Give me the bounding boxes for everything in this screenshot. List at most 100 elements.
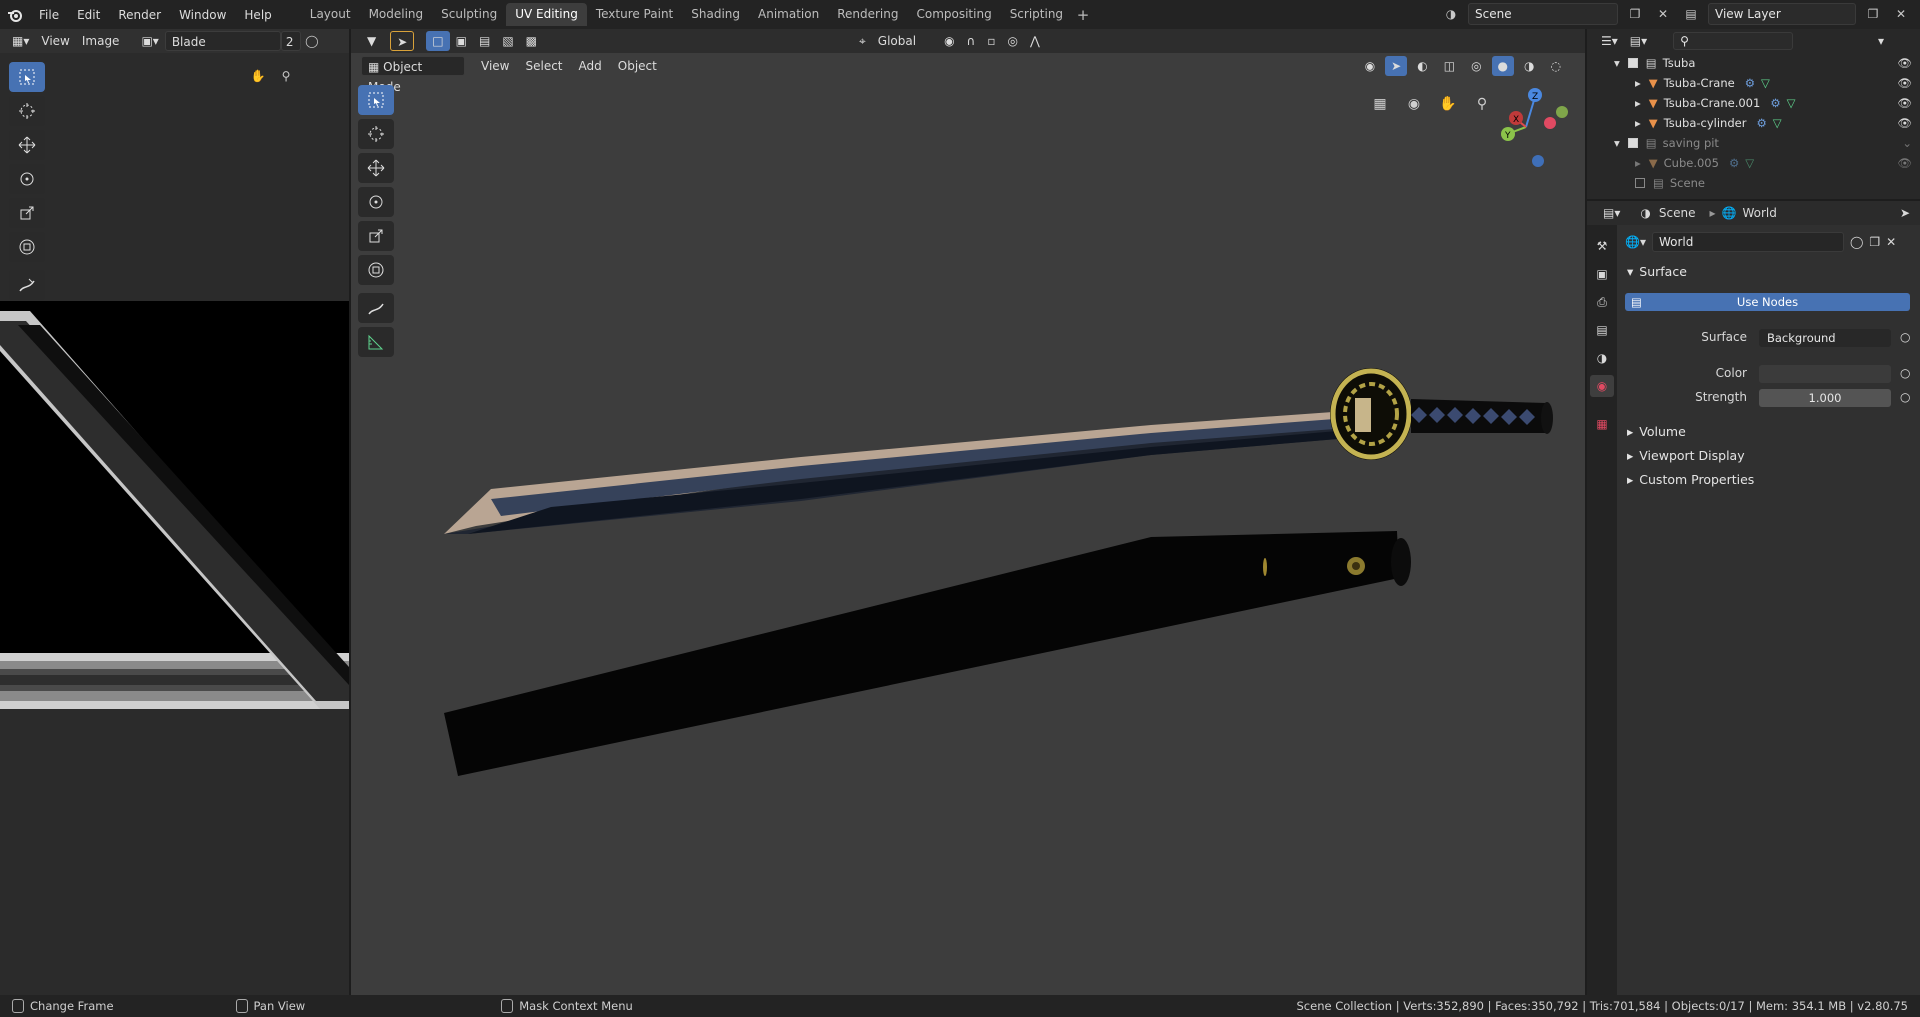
texture-tab-icon[interactable]: ▦ bbox=[1590, 413, 1614, 435]
exclude-checkbox[interactable] bbox=[1635, 178, 1645, 188]
image-user-count[interactable]: 2 bbox=[280, 31, 301, 51]
link-socket-icon[interactable]: ○ bbox=[1900, 366, 1910, 380]
outliner-row-saving-pit[interactable]: ▾ ▤ saving pit ⌄ bbox=[1587, 133, 1920, 153]
view-layer-icon[interactable]: ▤ bbox=[1680, 3, 1702, 25]
world-tab-icon[interactable]: ◉ bbox=[1590, 375, 1614, 397]
properties-editor-type-icon[interactable]: ▤▾ bbox=[1597, 203, 1626, 223]
annotate-tool-icon[interactable] bbox=[9, 270, 45, 300]
mesh-object-icon: ▼ bbox=[1648, 96, 1658, 110]
strength-slider[interactable]: 1.000 bbox=[1759, 389, 1891, 407]
uv-image-canvas[interactable] bbox=[0, 301, 349, 735]
scene-tab-icon[interactable]: ◑ bbox=[1590, 347, 1614, 369]
eye-visibility-icon[interactable]: 👁 bbox=[1897, 156, 1912, 170]
tab-sculpting[interactable]: Sculpting bbox=[432, 3, 506, 26]
fake-user-shield-icon[interactable]: ◯ bbox=[1850, 235, 1863, 249]
viewport-scene-render[interactable] bbox=[351, 29, 1585, 995]
blender-logo-icon[interactable] bbox=[0, 0, 30, 29]
tab-texture-paint[interactable]: Texture Paint bbox=[587, 3, 682, 26]
tab-compositing[interactable]: Compositing bbox=[907, 3, 1000, 26]
tool-tab-icon[interactable]: ⚒ bbox=[1590, 235, 1614, 257]
expand-arrow-icon[interactable]: ▸ bbox=[1635, 156, 1641, 170]
menu-help[interactable]: Help bbox=[235, 4, 280, 26]
menu-window[interactable]: Window bbox=[170, 4, 235, 26]
world-name-field[interactable]: World bbox=[1651, 232, 1844, 252]
image-browse-icon[interactable]: ▣▾ bbox=[135, 31, 164, 51]
expand-arrow-icon[interactable]: ▾ bbox=[1614, 56, 1620, 70]
habaki-collar bbox=[1355, 398, 1371, 432]
add-workspace-button[interactable]: + bbox=[1072, 6, 1094, 24]
scene-icon[interactable]: ◑ bbox=[1440, 3, 1462, 25]
new-scene-icon[interactable]: ❐ bbox=[1624, 3, 1646, 25]
tab-modeling[interactable]: Modeling bbox=[360, 3, 433, 26]
delete-view-layer-icon[interactable]: ✕ bbox=[1890, 3, 1912, 25]
pin-icon[interactable]: ➤ bbox=[1900, 206, 1910, 220]
color-swatch[interactable] bbox=[1759, 365, 1891, 383]
eye-visibility-icon[interactable]: 👁 bbox=[1897, 116, 1912, 130]
outliner-row-tsuba[interactable]: ▾ ▤ Tsuba 👁 bbox=[1587, 53, 1920, 73]
image-menu-image[interactable]: Image bbox=[76, 31, 126, 51]
outliner-row-tsuba-cylinder[interactable]: ▸ ▼ Tsuba-cylinder ⚙ ▽ 👁 bbox=[1587, 113, 1920, 133]
outliner-search-field[interactable]: ⚲ bbox=[1673, 32, 1794, 50]
outliner-row-tsuba-crane[interactable]: ▸ ▼ Tsuba-Crane ⚙ ▽ 👁 bbox=[1587, 73, 1920, 93]
display-mode-icon[interactable]: ▤▾ bbox=[1624, 31, 1653, 51]
exclude-checkbox[interactable] bbox=[1627, 58, 1638, 68]
scale-tool-icon[interactable] bbox=[9, 198, 45, 228]
outliner-row-scene[interactable]: ▤ Scene bbox=[1587, 173, 1920, 193]
surface-shader-dropdown[interactable]: Background bbox=[1759, 329, 1891, 347]
menu-render[interactable]: Render bbox=[109, 4, 170, 26]
tab-shading[interactable]: Shading bbox=[682, 3, 749, 26]
transform-tool-icon[interactable] bbox=[9, 232, 45, 262]
outliner-row-tsuba-crane-001[interactable]: ▸ ▼ Tsuba-Crane.001 ⚙ ▽ 👁 bbox=[1587, 93, 1920, 113]
outliner-row-cube-005[interactable]: ▸ ▼ Cube.005 ⚙ ▽ 👁 bbox=[1587, 153, 1920, 173]
pan-hand-icon[interactable]: ✋ bbox=[247, 65, 269, 87]
outliner-editor-type-icon[interactable]: ☰▾ bbox=[1595, 31, 1624, 51]
custom-properties-panel-title: Custom Properties bbox=[1639, 471, 1755, 487]
fake-user-shield-icon[interactable]: ◯ bbox=[301, 30, 323, 52]
tab-layout[interactable]: Layout bbox=[301, 3, 360, 26]
image-menu-view[interactable]: View bbox=[35, 31, 75, 51]
menu-file[interactable]: File bbox=[30, 4, 68, 26]
world-browse-icon[interactable]: 🌐▾ bbox=[1625, 235, 1646, 249]
expand-arrow-icon[interactable]: ▸ bbox=[1635, 76, 1641, 90]
expand-arrow-icon[interactable]: ▸ bbox=[1635, 116, 1641, 130]
filter-funnel-icon[interactable]: ▾ bbox=[1872, 31, 1890, 51]
exclude-checkbox[interactable] bbox=[1627, 138, 1638, 148]
surface-panel-header[interactable]: ▾ Surface bbox=[1617, 259, 1920, 283]
new-view-layer-icon[interactable]: ❐ bbox=[1862, 3, 1884, 25]
new-world-icon[interactable]: ❐ bbox=[1869, 235, 1880, 249]
editor-type-icon[interactable]: ▦▾ bbox=[6, 31, 35, 51]
zoom-magnifier-icon[interactable]: ⚲ bbox=[275, 65, 297, 87]
view-layer-field[interactable]: View Layer bbox=[1708, 3, 1856, 25]
3d-viewport-area: ▼ ➤ □ ▣ ▤ ▧ ▩ ⌖ Global ◉ ∩ ▫ ◎ ⋀ ▦ Objec… bbox=[351, 29, 1585, 995]
view-layer-tab-icon[interactable]: ▤ bbox=[1590, 319, 1614, 341]
use-nodes-button[interactable]: ▤ Use Nodes bbox=[1625, 293, 1910, 311]
select-box-tool-icon[interactable] bbox=[9, 62, 45, 92]
volume-panel-header[interactable]: ▸ Volume bbox=[1617, 419, 1920, 443]
menu-edit[interactable]: Edit bbox=[68, 4, 109, 26]
scene-name-field[interactable]: Scene bbox=[1468, 3, 1618, 25]
tab-animation[interactable]: Animation bbox=[749, 3, 828, 26]
rotate-tool-icon[interactable] bbox=[9, 164, 45, 194]
tab-scripting[interactable]: Scripting bbox=[1001, 3, 1072, 26]
render-tab-icon[interactable]: ▣ bbox=[1590, 263, 1614, 285]
link-socket-icon[interactable]: ○ bbox=[1900, 330, 1910, 344]
expand-arrow-icon[interactable]: ▸ bbox=[1635, 96, 1641, 110]
move-tool-icon[interactable] bbox=[9, 130, 45, 160]
outliner-item-label: Tsuba bbox=[1662, 56, 1696, 70]
color-field-label: Color bbox=[1715, 366, 1747, 380]
unlink-world-icon[interactable]: ✕ bbox=[1886, 235, 1896, 249]
delete-scene-icon[interactable]: ✕ bbox=[1652, 3, 1674, 25]
expand-arrow-icon[interactable]: ▾ bbox=[1614, 136, 1620, 150]
tab-uv-editing[interactable]: UV Editing bbox=[506, 3, 587, 26]
eye-visibility-icon[interactable]: 👁 bbox=[1897, 76, 1912, 90]
eye-visibility-icon[interactable]: 👁 bbox=[1897, 56, 1912, 70]
viewport-display-panel-header[interactable]: ▸ Viewport Display bbox=[1617, 443, 1920, 467]
link-socket-icon[interactable]: ○ bbox=[1900, 390, 1910, 404]
cursor-tool-icon[interactable] bbox=[9, 96, 45, 126]
custom-properties-panel-header[interactable]: ▸ Custom Properties bbox=[1617, 467, 1920, 491]
image-name-field[interactable]: Blade bbox=[164, 31, 281, 51]
eye-visibility-icon[interactable]: 👁 bbox=[1897, 96, 1912, 110]
output-tab-icon[interactable]: ⎙ bbox=[1590, 291, 1614, 313]
chevron-down-icon[interactable]: ⌄ bbox=[1902, 136, 1912, 150]
tab-rendering[interactable]: Rendering bbox=[828, 3, 907, 26]
